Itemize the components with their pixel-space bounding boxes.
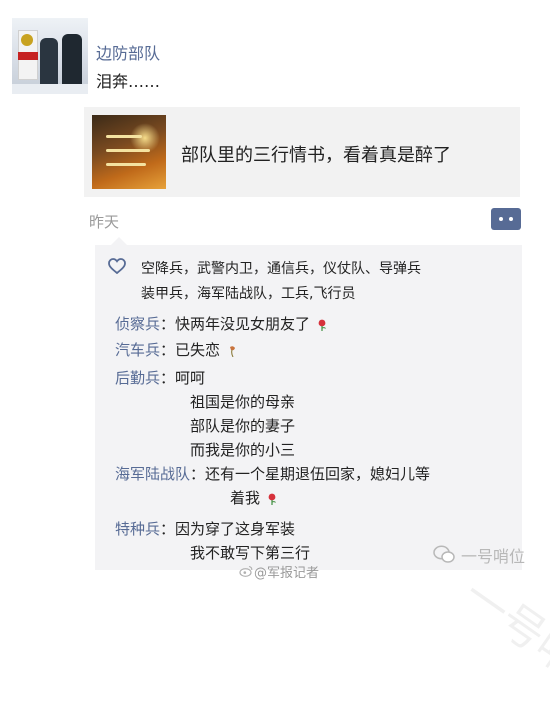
post-timestamp: 昨天 [89, 213, 120, 231]
comment-text-continued-text: 着我 [230, 489, 261, 507]
snow-ground [12, 84, 88, 94]
heart-icon [108, 258, 126, 274]
comment-separator: ： [160, 341, 176, 359]
likes-list-line[interactable]: 装甲兵，海军陆战队，工兵,飞行员 [141, 283, 355, 303]
wechat-logo-icon [433, 545, 455, 563]
comment-text: 快两年没见女朋友了 [175, 315, 311, 333]
marker-red-band [18, 52, 38, 60]
comment-separator: ： [160, 369, 176, 387]
thumbnail-text-line [106, 135, 142, 138]
comment-text-continued: 祖国是你的母亲 [190, 393, 296, 411]
comment-item[interactable]: 海军陆战队：还有一个星期退伍回家，媳妇儿等 [115, 462, 430, 486]
comment-item[interactable]: 汽车兵：已失恋 [115, 338, 237, 362]
comment-item[interactable]: 后勤兵：呵呵 [115, 366, 205, 390]
national-emblem-icon [21, 34, 33, 46]
shared-link-title: 部队里的三行情书，看着真是醉了 [181, 145, 451, 166]
shared-link-card[interactable]: 部队里的三行情书，看着真是醉了 [84, 107, 520, 197]
diagonal-watermark: 一号哨位 [453, 569, 550, 713]
comment-author[interactable]: 后勤兵 [115, 369, 160, 387]
poster-avatar[interactable] [12, 18, 88, 94]
comment-author[interactable]: 海军陆战队 [115, 465, 190, 483]
comment-separator: ： [160, 520, 176, 538]
wilted-rose-emoji-icon [229, 345, 235, 357]
weibo-icon [239, 565, 253, 577]
comment-button[interactable] [491, 208, 521, 230]
comment-author[interactable]: 侦察兵 [115, 315, 160, 333]
comment-text-continued: 部队是你的妻子 [190, 417, 296, 435]
likes-comments-panel: 空降兵，武警内卫，通信兵，仪仗队、导弹兵 装甲兵，海军陆战队，工兵,飞行员 侦察… [95, 237, 550, 712]
soldier-figure [62, 34, 82, 90]
poster-name[interactable]: 边防部队 [96, 40, 160, 64]
account-watermark: 一号哨位 [461, 547, 526, 566]
credit-watermark: @军报记者 [254, 566, 320, 581]
comment-text-continued: 而我是你的小三 [190, 441, 296, 459]
comment-dot-icon [509, 217, 513, 221]
comment-text: 已失恋 [175, 341, 221, 359]
comment-text: 还有一个星期退伍回家，媳妇儿等 [205, 465, 431, 483]
comment-item[interactable]: 特种兵：因为穿了这身军装 [115, 517, 295, 541]
comment-author[interactable]: 特种兵 [115, 520, 160, 538]
post-text: 泪奔…… [96, 72, 161, 91]
comment-item[interactable]: 侦察兵：快两年没见女朋友了 [115, 312, 327, 336]
comment-text: 呵呵 [175, 369, 206, 387]
comment-dot-icon [499, 217, 503, 221]
rose-emoji-icon [318, 319, 326, 331]
rose-emoji-icon [268, 493, 276, 505]
comment-text-continued: 着我 [230, 486, 277, 510]
comment-text: 因为穿了这身军装 [175, 520, 296, 538]
comment-separator: ： [190, 465, 206, 483]
thumbnail-text-line [106, 163, 146, 166]
thumbnail-text-line [106, 149, 150, 152]
comment-separator: ： [160, 315, 176, 333]
shared-link-thumbnail [92, 115, 166, 189]
comment-author[interactable]: 汽车兵 [115, 341, 160, 359]
likes-list-line[interactable]: 空降兵，武警内卫，通信兵，仪仗队、导弹兵 [141, 258, 421, 278]
soldier-figure [40, 38, 58, 90]
